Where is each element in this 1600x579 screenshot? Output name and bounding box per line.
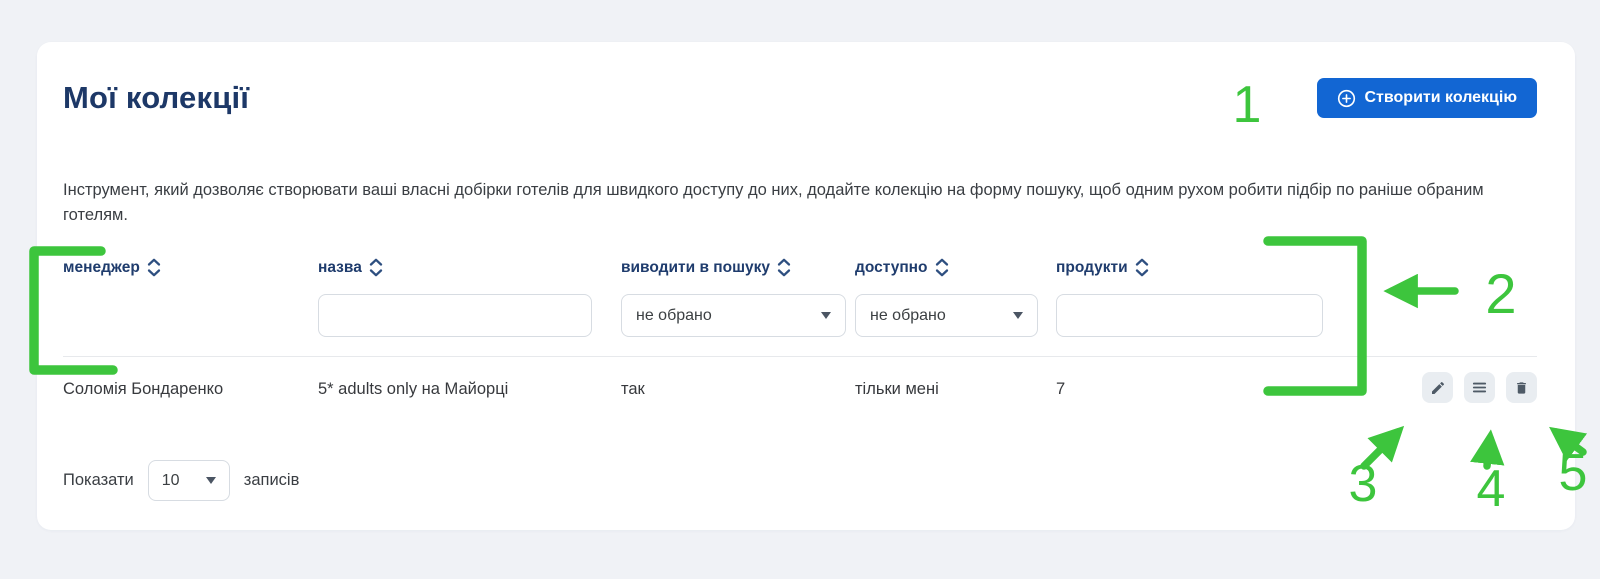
delete-icon bbox=[1514, 380, 1529, 396]
page-size-select[interactable]: 10 bbox=[148, 460, 230, 501]
edit-button[interactable] bbox=[1422, 372, 1453, 403]
create-collection-label: Створити колекцію bbox=[1365, 89, 1518, 107]
chevron-down-icon bbox=[206, 477, 216, 484]
collections-table: менеджер назва bbox=[63, 258, 1537, 418]
sort-icon bbox=[1135, 258, 1149, 277]
cell-manager: Соломія Бондаренко bbox=[63, 376, 318, 399]
column-header-name-label: назва bbox=[318, 259, 362, 277]
list-icon bbox=[1471, 379, 1488, 396]
delete-button[interactable] bbox=[1506, 372, 1537, 403]
cell-products: 7 bbox=[1056, 376, 1326, 399]
column-header-available[interactable]: доступно bbox=[855, 258, 949, 277]
available-filter-select[interactable]: не обрано bbox=[855, 294, 1038, 337]
column-header-products-label: продукти bbox=[1056, 259, 1128, 277]
products-filter-input[interactable] bbox=[1056, 294, 1323, 337]
sort-icon bbox=[369, 258, 383, 277]
column-header-name[interactable]: назва bbox=[318, 258, 383, 277]
chevron-down-icon bbox=[1013, 312, 1023, 319]
cell-name: 5* adults only на Майорці bbox=[318, 376, 621, 399]
cell-available: тільки мені bbox=[855, 376, 1056, 399]
page-size-value: 10 bbox=[162, 472, 180, 490]
list-button[interactable] bbox=[1464, 372, 1495, 403]
pagination-records-label: записів bbox=[244, 471, 300, 490]
edit-icon bbox=[1430, 380, 1446, 396]
pagination: Показати 10 записів bbox=[63, 460, 1537, 501]
name-filter-input[interactable] bbox=[318, 294, 592, 337]
card-header: Мої колекції Створити колекцію bbox=[63, 78, 1537, 118]
sort-icon bbox=[147, 258, 161, 277]
column-header-show-in-search[interactable]: виводити в пошуку bbox=[621, 258, 791, 277]
table-row: Соломія Бондаренко 5* adults only на Май… bbox=[63, 356, 1537, 418]
plus-circle-icon bbox=[1337, 89, 1356, 108]
page-title: Мої колекції bbox=[63, 78, 249, 116]
pagination-show-label: Показати bbox=[63, 471, 134, 490]
column-header-manager[interactable]: менеджер bbox=[63, 258, 161, 277]
table-header-row: менеджер назва bbox=[63, 258, 1537, 277]
sort-icon bbox=[777, 258, 791, 277]
available-filter-value: не обрано bbox=[870, 307, 946, 325]
create-collection-button[interactable]: Створити колекцію bbox=[1317, 78, 1538, 118]
table-filter-row: не обрано не обрано bbox=[63, 294, 1537, 337]
chevron-down-icon bbox=[821, 312, 831, 319]
show-in-search-filter-value: не обрано bbox=[636, 307, 712, 325]
column-header-available-label: доступно bbox=[855, 259, 928, 277]
cell-show-in-search: так bbox=[621, 376, 855, 399]
show-in-search-filter-select[interactable]: не обрано bbox=[621, 294, 846, 337]
page-description: Інструмент, який дозволяє створювати ваш… bbox=[63, 178, 1537, 228]
sort-icon bbox=[935, 258, 949, 277]
collections-card: Мої колекції Створити колекцію Інструмен… bbox=[37, 42, 1575, 530]
column-header-show-in-search-label: виводити в пошуку bbox=[621, 259, 770, 277]
column-header-products[interactable]: продукти bbox=[1056, 258, 1149, 277]
column-header-manager-label: менеджер bbox=[63, 259, 140, 277]
